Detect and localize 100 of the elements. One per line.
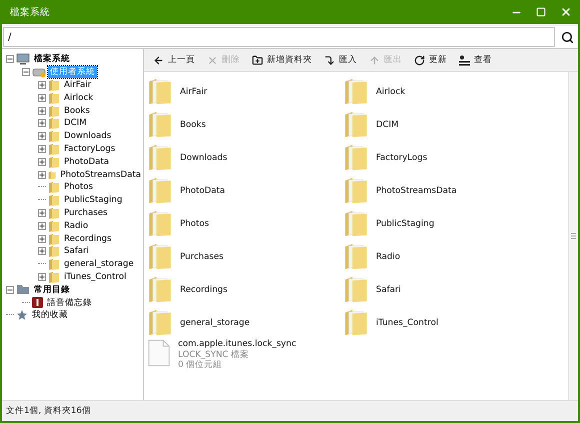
- tree-item[interactable]: general_storage: [62, 259, 136, 270]
- folder-name[interactable]: FactoryLogs: [376, 152, 428, 162]
- status-text: 文件1個, 資料夾16個: [6, 405, 91, 417]
- folder-icon: [48, 194, 60, 206]
- star-icon: [16, 309, 28, 322]
- tree-item[interactable]: Radio: [62, 220, 90, 231]
- folder-name[interactable]: PublicStaging: [376, 218, 434, 228]
- search-icon: [560, 30, 574, 44]
- folder-name[interactable]: DCIM: [376, 120, 399, 130]
- folder-name[interactable]: Photos: [180, 218, 209, 228]
- tree-item[interactable]: Airlock: [62, 92, 96, 103]
- toolbar-button[interactable]: 上一頁: [148, 52, 200, 68]
- folder-name[interactable]: PhotoData: [180, 186, 226, 196]
- tree-item[interactable]: Books: [62, 106, 92, 116]
- tree-item[interactable]: 常用目錄: [32, 284, 72, 296]
- collapse-icon[interactable]: [6, 55, 14, 64]
- expand-icon[interactable]: [38, 272, 46, 281]
- tree-item[interactable]: DCIM: [62, 118, 89, 128]
- refresh-icon: [414, 54, 425, 66]
- folder-name[interactable]: Purchases: [180, 252, 224, 262]
- folder-name[interactable]: iTunes_Control: [376, 318, 438, 328]
- folder-icon: [344, 210, 368, 237]
- folder-icon: [148, 210, 172, 237]
- tree-item[interactable]: Recordings: [62, 234, 114, 244]
- folder-icon: [48, 117, 60, 130]
- folder-icon: [344, 177, 368, 204]
- folder-icon: [344, 276, 368, 303]
- folder-icon: [148, 276, 172, 303]
- collapse-icon[interactable]: [22, 68, 30, 76]
- expand-icon[interactable]: [38, 247, 46, 256]
- folder-name[interactable]: Radio: [376, 252, 400, 262]
- folder-icon: [16, 284, 30, 296]
- folder-icon: [48, 130, 60, 142]
- tree-item[interactable]: 我的收藏: [30, 309, 70, 322]
- file-type: LOCK_SYNC 檔案: [178, 350, 250, 360]
- folder-icon: [48, 168, 56, 181]
- close-icon[interactable]: [560, 6, 572, 18]
- folder-name[interactable]: general_storage: [180, 318, 250, 328]
- folder-icon: [148, 111, 172, 138]
- file-name[interactable]: com.apple.itunes.lock_sync: [178, 339, 296, 350]
- scrollbar[interactable]: [568, 72, 578, 400]
- window-title: 檔案系統: [10, 6, 50, 18]
- folder-icon: [48, 78, 60, 91]
- expand-icon[interactable]: [38, 234, 46, 243]
- tree-item[interactable]: iTunes_Control: [62, 272, 128, 282]
- folder-icon: [148, 243, 172, 270]
- folder-name[interactable]: Downloads: [180, 152, 228, 162]
- folder-name[interactable]: Airlock: [376, 86, 406, 96]
- expand-icon[interactable]: [38, 119, 46, 128]
- folder-icon: [48, 270, 60, 283]
- expand-icon[interactable]: [38, 106, 46, 115]
- tree-item[interactable]: Downloads: [62, 131, 114, 142]
- expand-icon[interactable]: [38, 208, 46, 217]
- toolbar-button[interactable]: 新增資料夾: [247, 52, 317, 68]
- tree-item[interactable]: Purchases: [62, 208, 110, 218]
- delete-icon: [207, 54, 218, 66]
- folder-icon: [48, 245, 60, 258]
- folder-name[interactable]: Recordings: [180, 284, 228, 294]
- expand-icon[interactable]: [38, 170, 46, 179]
- import-arrow-icon: [324, 54, 335, 66]
- computer-icon: [16, 53, 30, 66]
- folder-icon: [344, 78, 368, 105]
- collapse-icon[interactable]: [6, 286, 14, 294]
- back-arrow-icon: [153, 54, 164, 66]
- tree-item[interactable]: Safari: [62, 246, 91, 256]
- tree-item[interactable]: AirFair: [62, 80, 94, 90]
- tree-item[interactable]: PublicStaging: [62, 195, 124, 206]
- folder-icon: [344, 144, 368, 171]
- maximize-icon[interactable]: [536, 7, 546, 17]
- folder-icon: [48, 206, 60, 219]
- tree-item[interactable]: FactoryLogs: [62, 144, 118, 154]
- folder-icon: [148, 78, 172, 105]
- folder-name[interactable]: PhotoStreamsData: [376, 186, 457, 196]
- folder-name[interactable]: AirFair: [180, 86, 208, 96]
- expand-icon[interactable]: [38, 158, 46, 166]
- expand-icon[interactable]: [38, 132, 46, 140]
- path-field[interactable]: /: [3, 27, 555, 47]
- folder-name[interactable]: Safari: [376, 284, 401, 294]
- tree-item[interactable]: Photos: [62, 182, 95, 192]
- scroll-grip-icon: [571, 233, 576, 239]
- tree-item[interactable]: 檔案系統: [32, 53, 72, 66]
- tree-item[interactable]: PhotoStreamsData: [58, 170, 143, 180]
- tree-item[interactable]: PhotoData: [62, 156, 112, 167]
- folder-icon: [148, 309, 172, 336]
- expand-icon[interactable]: [38, 94, 46, 102]
- toolbar-button[interactable]: 匯入: [319, 52, 362, 68]
- folder-icon: [48, 104, 60, 117]
- folder-icon: [344, 243, 368, 270]
- expand-icon[interactable]: [38, 80, 46, 89]
- folder-icon: [48, 156, 60, 168]
- expand-icon[interactable]: [38, 144, 46, 153]
- toolbar-button[interactable]: 查看: [454, 52, 497, 68]
- expand-icon[interactable]: [38, 222, 46, 230]
- export-arrow-icon: [369, 54, 380, 66]
- folder-icon: [48, 258, 60, 270]
- tree-item[interactable]: 語音備忘錄: [45, 296, 94, 309]
- toolbar-button[interactable]: 更新: [409, 52, 452, 68]
- folder-name[interactable]: Books: [180, 120, 206, 130]
- folder-icon: [48, 232, 60, 245]
- file-icon: [148, 339, 170, 367]
